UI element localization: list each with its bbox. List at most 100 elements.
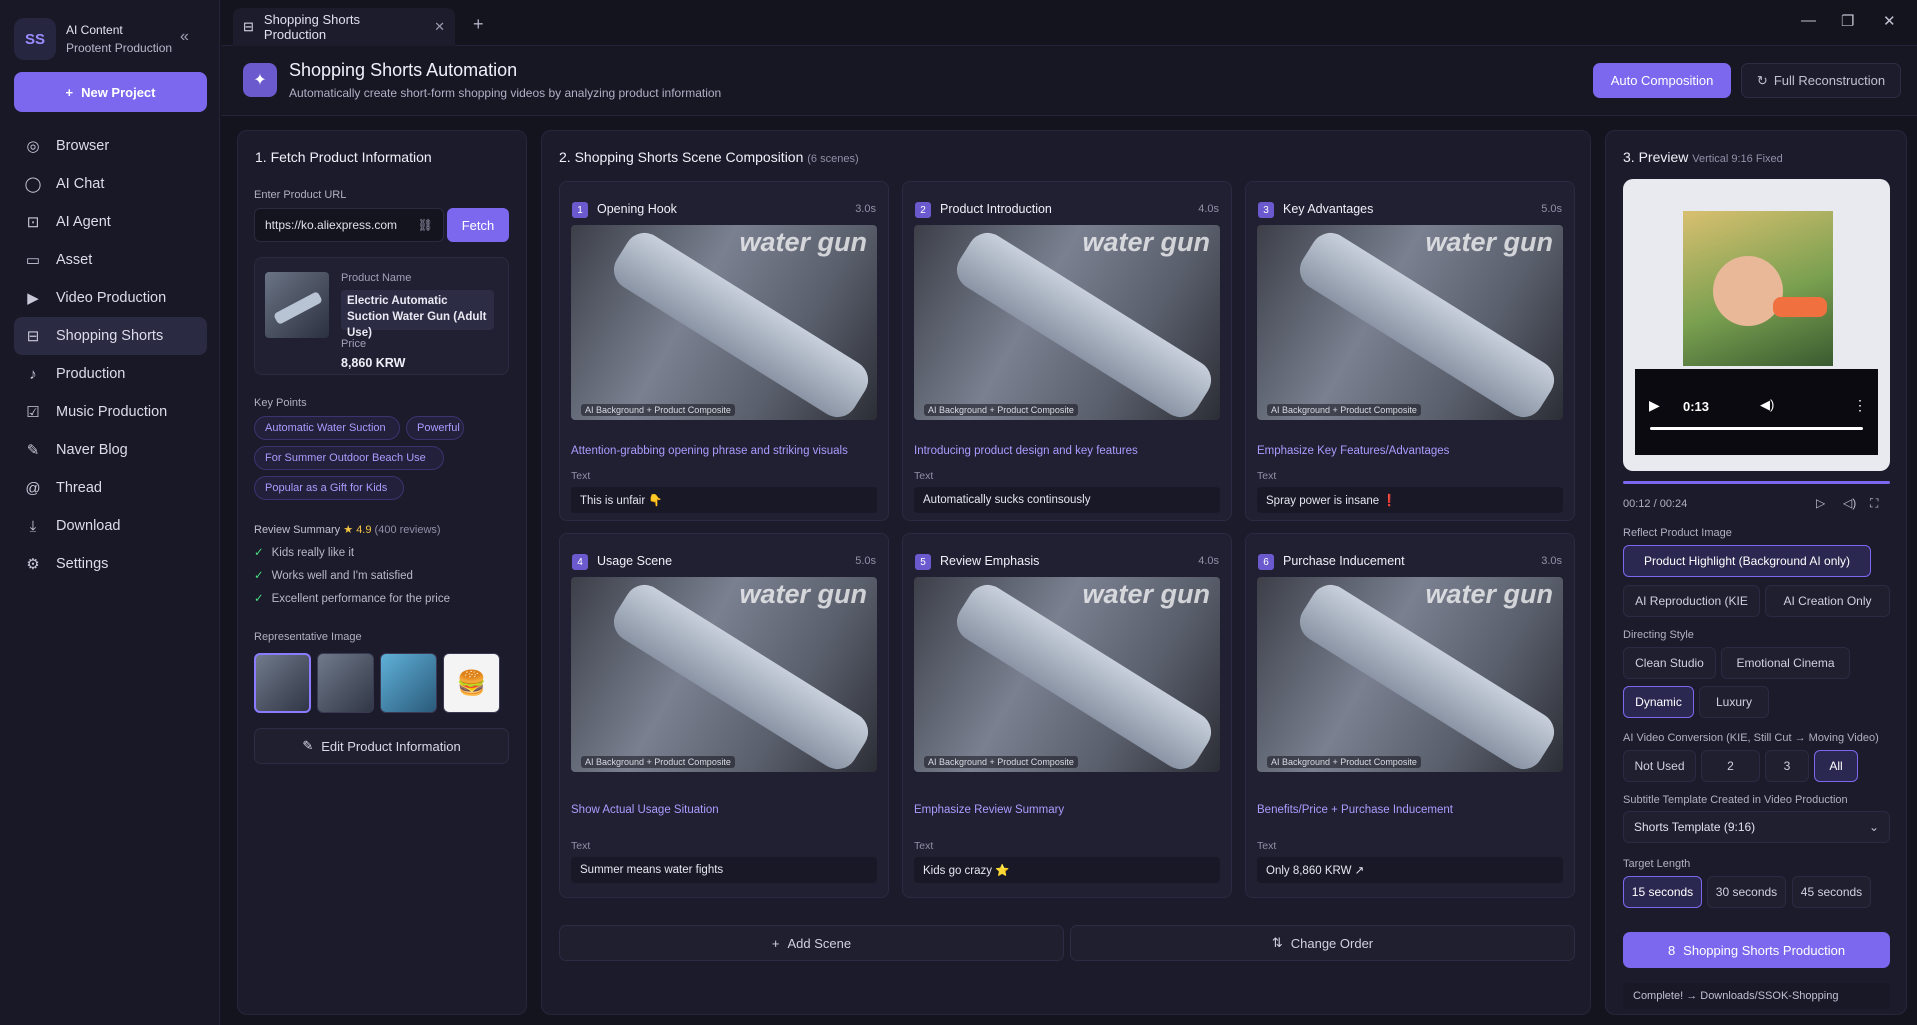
scene-card[interactable]: 1 Opening Hook 3.0s water gun AI Backgrou… [559,181,889,521]
scene-image: water gun AI Background + Product Composi… [1257,577,1563,772]
scene-card[interactable]: 3 Key Advantages 5.0s water gun AI Backgr… [1245,181,1575,521]
time-readout: 00:12 / 00:24 [1623,498,1688,510]
play-icon[interactable]: ▶ [1649,397,1660,414]
auto-composition-button[interactable]: Auto Composition [1593,63,1731,98]
sidebar-item-ai-chat[interactable]: ◯ AI Chat [14,165,207,203]
key-point-chip[interactable]: For Summer Outdoor Beach Use [254,446,444,470]
fetch-button[interactable]: Fetch [447,208,509,242]
play-icon[interactable]: ▷ [1816,496,1825,510]
key-point-chip[interactable]: Automatic Water Suction [254,416,400,440]
close-icon[interactable]: ✕ [434,19,445,35]
add-tab-button[interactable]: + [473,14,484,35]
change-order-button[interactable]: ⇅ Change Order [1070,925,1575,961]
scene-card[interactable]: 2 Product Introduction 4.0s water gun AI … [902,181,1232,521]
video-progress-bar[interactable] [1650,427,1863,430]
conversion-option[interactable]: All [1814,750,1858,782]
sidebar-item-ai-agent[interactable]: ⊡ AI Agent [14,203,207,241]
rep-image-thumb[interactable] [317,653,374,713]
fullscreen-icon[interactable]: ⛶ [1870,496,1878,511]
minimize-icon[interactable]: — [1801,12,1816,29]
image-watermark: water gun [1425,579,1553,609]
image-caption: AI Background + Product Composite [1267,756,1421,768]
tab-shopping-shorts[interactable]: ⊟ Shopping Shorts Production ✕ [233,8,455,46]
reflect-option[interactable]: AI Reproduction (KIE [1623,585,1760,617]
scene-image: water gun AI Background + Product Composi… [571,225,877,420]
product-card: Product Name Electric Automatic Suction … [254,257,509,375]
directing-option[interactable]: Emotional Cinema [1721,647,1850,679]
restore-icon[interactable]: ❐ [1841,12,1854,30]
scene-description: Emphasize Key Features/Advantages [1257,445,1450,457]
full-reconstruction-button[interactable]: ↻ Full Reconstruction [1741,63,1901,98]
product-name-label: Product Name [341,272,412,284]
sidebar-item-browser[interactable]: ◎ Browser [14,127,207,165]
conversion-option[interactable]: 3 [1765,750,1809,782]
scene-card[interactable]: 4 Usage Scene 5.0s water gun AI Backgroun… [559,533,889,898]
close-window-icon[interactable]: ✕ [1883,12,1896,30]
new-project-button[interactable]: + New Project [14,72,207,112]
length-option[interactable]: 30 seconds [1707,876,1786,908]
length-option[interactable]: 45 seconds [1792,876,1871,908]
scene-number: 6 [1258,554,1274,570]
scene-text-input[interactable]: Kids go crazy ⭐ [914,857,1220,883]
sidebar-item-production[interactable]: ♪ Production [14,355,207,393]
key-point-chip[interactable]: Powerful [406,416,464,440]
directing-option[interactable]: Dynamic [1623,686,1694,718]
sidebar: SS AI Content Prootent Production « + Ne… [0,0,220,1025]
review-item: ✓ Excellent performance for the price [254,591,450,605]
volume-icon[interactable]: ◁) [1843,496,1856,510]
scene-text-input[interactable]: Only 8,860 KRW ↗ [1257,857,1563,883]
reflect-label: Reflect Product Image [1623,527,1732,539]
rep-image-label: Representative Image [254,631,362,643]
volume-icon[interactable]: ◀) [1760,397,1774,413]
review-label: Review Summary [254,524,341,536]
sidebar-item-asset[interactable]: ▭ Asset [14,241,207,279]
plus-icon: + [771,935,780,951]
sidebar-item-settings[interactable]: ⚙ Settings [14,545,207,583]
scene-description: Emphasize Review Summary [914,804,1065,816]
rep-image-thumb[interactable] [254,653,311,713]
scene-text-input[interactable]: Spray power is insane ❗ [1257,487,1563,513]
sidebar-item-shopping-shorts[interactable]: ⊟ Shopping Shorts [14,317,207,355]
scene-duration: 5.0s [855,555,876,567]
refresh-icon: ↻ [1756,72,1768,88]
app-subtitle: Prootent Production [66,41,173,55]
new-project-label: New Project [81,84,156,100]
video-preview[interactable]: ▶ 0:13 ◀) ⋮ [1623,179,1890,471]
sidebar-item-naver-blog[interactable]: ✎ Naver Blog [14,431,207,469]
scene-text-input[interactable]: Automatically sucks continsously [914,487,1220,513]
length-option[interactable]: 15 seconds [1623,876,1702,908]
product-url-input[interactable]: https://ko.aliexpress.com ⛓ [254,208,444,242]
scene-text-input[interactable]: Summer means water fights [571,857,877,883]
edit-product-button[interactable]: ✎ Edit Product Information [254,728,509,764]
add-scene-button[interactable]: + Add Scene [559,925,1064,961]
scene-card[interactable]: 5 Review Emphasis 4.0s water gun AI Backg… [902,533,1232,898]
scene-title: Key Advantages [1283,202,1374,216]
rep-image-thumb[interactable] [380,653,437,713]
more-options-icon[interactable]: ⋮ [1853,397,1867,414]
double-chevron-left-icon[interactable]: « [180,28,189,46]
scene-image: water gun AI Background + Product Composi… [914,225,1220,420]
sidebar-item-thread[interactable]: @ Thread [14,469,207,507]
reflect-option[interactable]: AI Creation Only [1765,585,1890,617]
rep-image-thumb[interactable]: 🍔 [443,653,500,713]
key-point-chip[interactable]: Popular as a Gift for Kids [254,476,404,500]
magic-wand-icon: ✦ [243,63,277,97]
sidebar-item-video-production[interactable]: ▶ Video Production [14,279,207,317]
subtitle-template-select[interactable]: Shorts Template (9:16) ⌄ [1623,811,1890,843]
sidebar-item-music-production[interactable]: ☑ Music Production [14,393,207,431]
shopping-shorts-production-button[interactable]: 8 Shopping Shorts Production [1623,932,1890,968]
representative-images: 🍔 [254,653,500,713]
reflect-option[interactable]: Product Highlight (Background AI only) [1623,545,1871,577]
conversion-option[interactable]: Not Used [1623,750,1696,782]
globe-icon: ◎ [26,138,40,155]
directing-option[interactable]: Clean Studio [1623,647,1716,679]
timeline-track[interactable] [1623,481,1890,484]
scene-number: 2 [915,202,931,218]
sidebar-item-download[interactable]: ⤓ Download [14,507,207,545]
scene-card[interactable]: 6 Purchase Inducement 3.0s water gun AI B… [1245,533,1575,898]
review-text: Kids really like it [271,547,355,559]
conversion-option[interactable]: 2 [1701,750,1760,782]
scene-duration: 5.0s [1541,203,1562,215]
directing-option[interactable]: Luxury [1699,686,1769,718]
scene-text-input[interactable]: This is unfair 👇 [571,487,877,513]
